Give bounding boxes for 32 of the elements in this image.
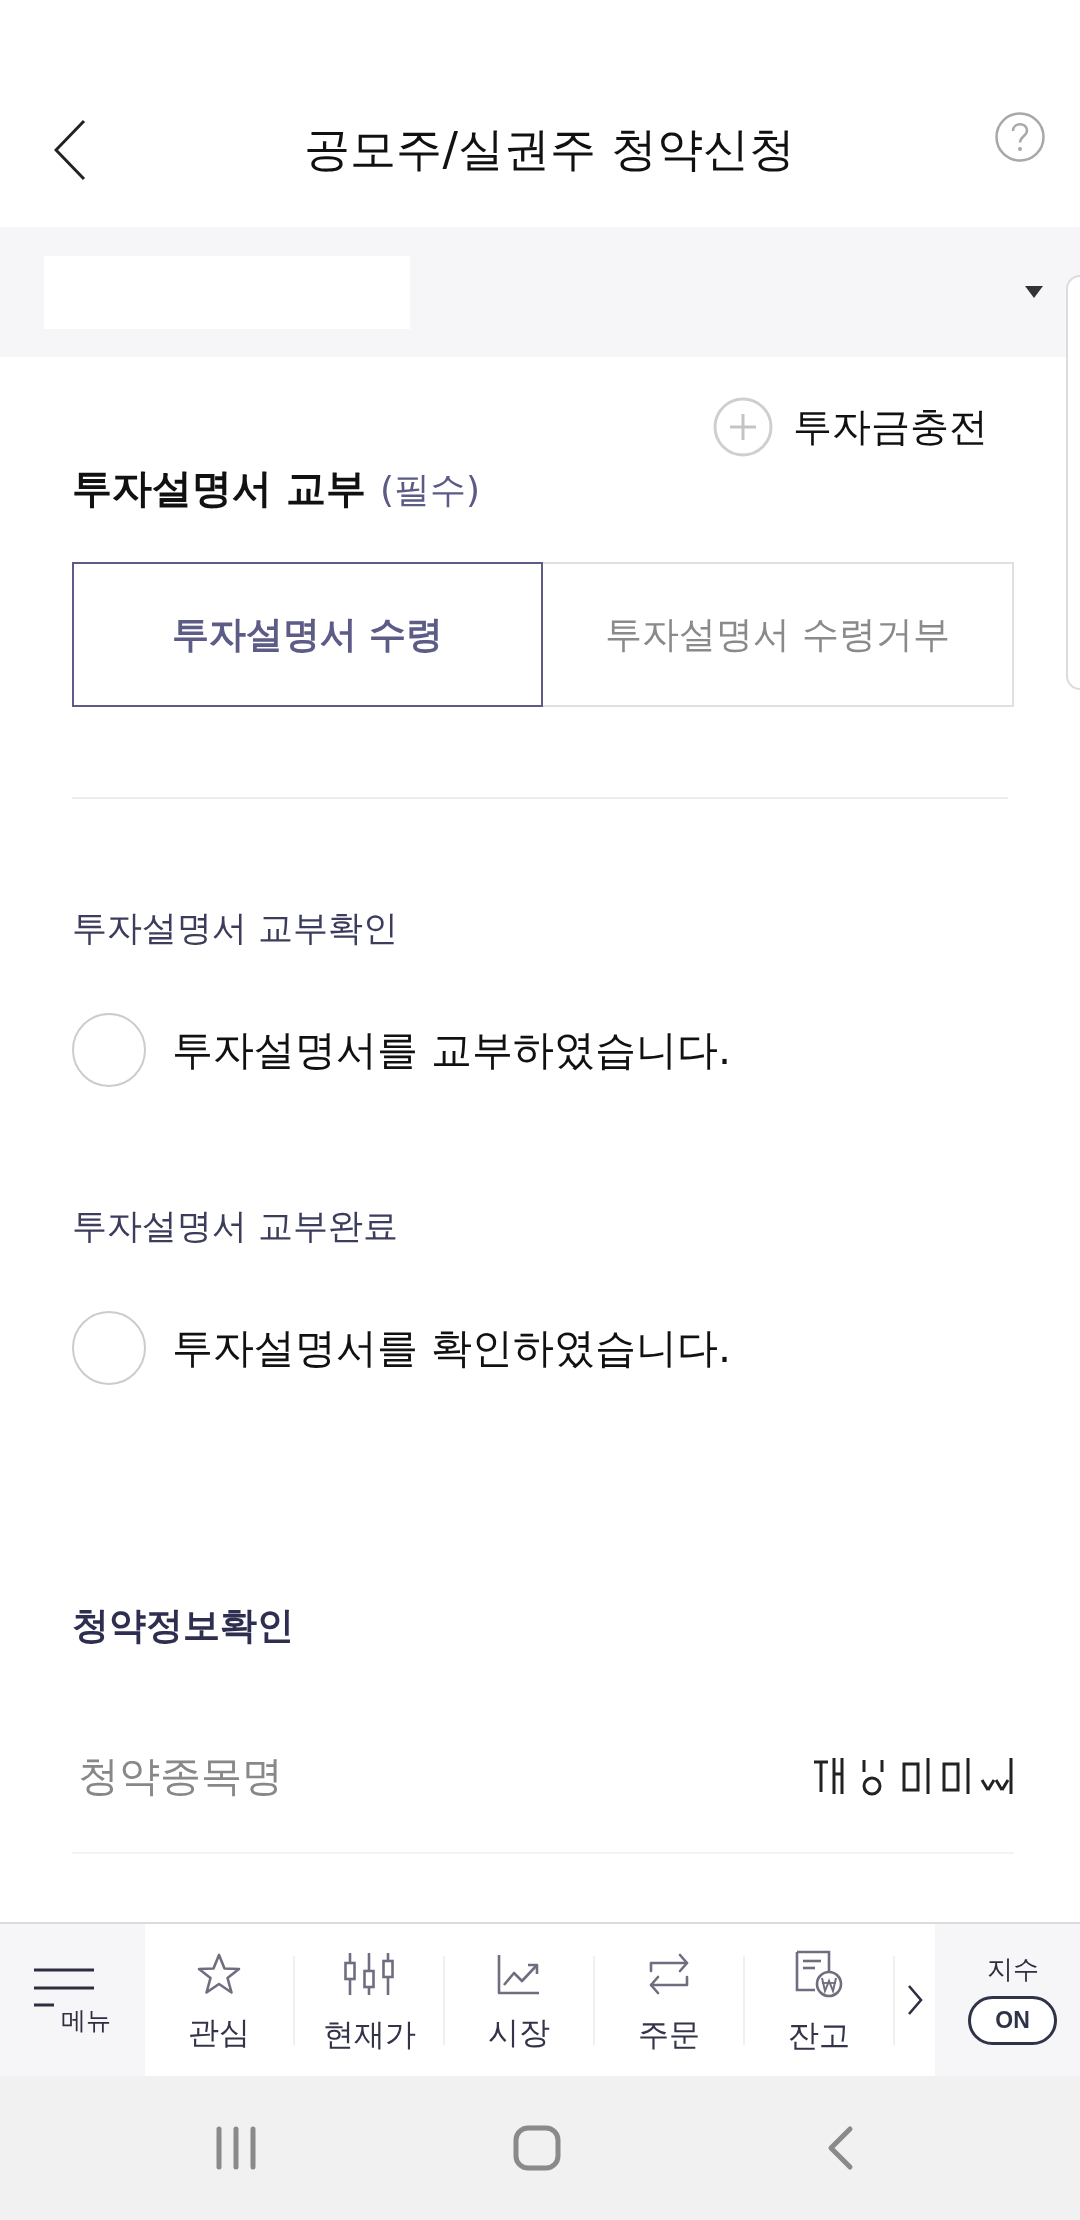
nav-item[interactable]: 주문 [595, 1924, 743, 2076]
page-title: 공모주/실권주 청약신청 [304, 122, 795, 178]
section-title: 투자설명서 교부 [72, 464, 366, 513]
recent-apps-icon[interactable] [215, 2125, 257, 2171]
nav-item[interactable]: 관심 [145, 1924, 293, 2076]
candlestick-icon [342, 1950, 396, 1997]
help-icon[interactable] [995, 112, 1045, 162]
group-label: 투자설명서 교부완료 [72, 1205, 399, 1247]
option-text: 투자설명서를 확인하였습니다. [172, 1322, 732, 1374]
line-chart-icon [497, 1952, 541, 1995]
menu-icon [34, 1967, 94, 2008]
row-label: 청약종목명 [78, 1750, 283, 1802]
index-toggle[interactable]: ON [968, 1995, 1057, 2045]
section-title: 청약정보확인 [72, 1604, 294, 1649]
star-icon [197, 1952, 241, 1995]
index-label: 지수 [986, 1955, 1039, 1982]
back-icon[interactable] [54, 119, 86, 181]
back-nav-icon[interactable] [826, 2125, 854, 2171]
plus-circle-icon [713, 397, 773, 457]
menu-button[interactable]: 메뉴 [0, 1924, 145, 2076]
nav-item[interactable]: 현재가 [295, 1924, 443, 2076]
chevron-right-icon[interactable] [907, 1984, 923, 2016]
dropdown-caret-icon[interactable] [1025, 286, 1043, 298]
home-icon[interactable] [513, 2125, 561, 2171]
option-text: 투자설명서를 교부하였습니다. [172, 1024, 732, 1076]
group-label: 투자설명서 교부확인 [72, 907, 399, 949]
nav-item[interactable]: 시장 [445, 1924, 593, 2076]
required-note: (필수) [379, 468, 481, 512]
segment-tab[interactable]: 투자설명서 수령 [72, 562, 543, 707]
charge-button[interactable]: 투자금충전 [713, 397, 988, 457]
nav-item[interactable]: 잔고 [745, 1924, 893, 2076]
document-won-icon [795, 1949, 843, 1998]
